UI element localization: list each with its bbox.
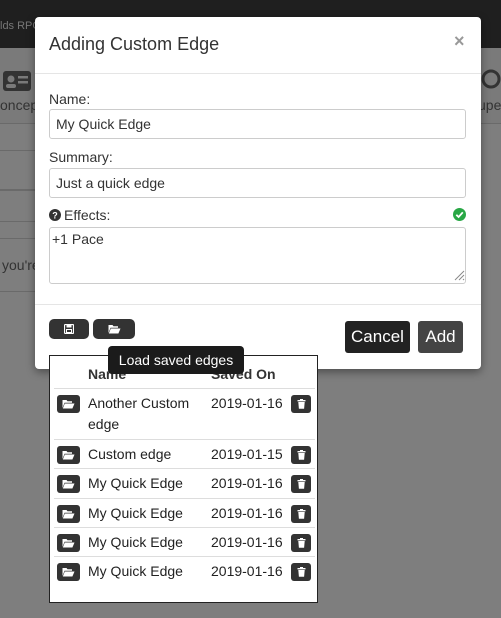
search-icon <box>481 69 501 89</box>
trash-icon <box>297 450 305 460</box>
edge-name: My Quick Edge <box>88 475 183 491</box>
folder-open-icon <box>62 451 75 460</box>
table-row: Custom edge 2019-01-15 <box>54 439 315 468</box>
load-saved-edges-button[interactable] <box>93 319 135 339</box>
add-button[interactable]: Add <box>418 321 463 353</box>
trash-icon <box>297 538 305 548</box>
summary-field[interactable] <box>49 168 466 198</box>
close-icon[interactable]: × <box>454 31 465 52</box>
nav-item-concepts-label: oncep <box>0 97 39 113</box>
edge-saved-date: 2019-01-16 <box>211 505 283 521</box>
question-circle-icon[interactable]: ? <box>49 209 61 221</box>
folder-open-icon <box>62 539 75 548</box>
cancel-button[interactable]: Cancel <box>345 321 410 353</box>
edge-name: My Quick Edge <box>88 563 183 579</box>
folder-open-icon <box>108 325 120 334</box>
load-edge-button[interactable] <box>57 395 80 413</box>
saved-edges-panel: Name Saved On Another Custom edge 2019-0… <box>49 355 318 603</box>
folder-open-icon <box>62 568 75 577</box>
trash-icon <box>297 509 305 519</box>
folder-open-icon <box>62 400 75 409</box>
delete-edge-button[interactable] <box>291 395 311 413</box>
bg-row <box>0 150 36 190</box>
modal-header: Adding Custom Edge × <box>35 17 481 74</box>
save-edge-button[interactable] <box>49 319 89 339</box>
folder-open-icon <box>62 480 75 489</box>
modal-title: Adding Custom Edge <box>49 34 220 54</box>
effects-label: Effects: <box>64 207 111 223</box>
modal-footer-divider <box>35 304 481 305</box>
edge-name: Custom edge <box>88 446 172 462</box>
edge-name: My Quick Edge <box>88 534 183 550</box>
table-row: My Quick Edge 2019-01-16 <box>54 556 315 586</box>
edge-saved-date: 2019-01-15 <box>211 446 283 462</box>
edge-name: My Quick Edge <box>88 505 183 521</box>
add-custom-edge-modal: Adding Custom Edge × Name: Summary: ? Ef… <box>35 17 481 369</box>
load-edge-button[interactable] <box>57 505 80 523</box>
table-row: My Quick Edge 2019-01-16 <box>54 468 315 498</box>
edge-name: Another Custom edge <box>88 395 190 432</box>
trash-icon <box>297 567 305 577</box>
load-saved-edges-tooltip: Load saved edges <box>108 346 244 374</box>
effects-field[interactable]: +1 Pace <box>49 227 466 284</box>
edge-saved-date: 2019-01-16 <box>211 534 283 550</box>
summary-label: Summary: <box>49 149 113 165</box>
check-circle-icon <box>453 208 466 221</box>
delete-edge-button[interactable] <box>291 475 311 493</box>
bg-row <box>0 190 36 222</box>
edge-saved-date: 2019-01-16 <box>211 563 283 579</box>
load-edge-button[interactable] <box>57 446 80 464</box>
name-label: Name: <box>49 91 91 107</box>
name-field[interactable] <box>49 109 466 139</box>
floppy-disk-icon <box>64 324 74 334</box>
delete-edge-button[interactable] <box>291 534 311 552</box>
delete-edge-button[interactable] <box>291 563 311 581</box>
trash-icon <box>297 399 305 409</box>
load-edge-button[interactable] <box>57 475 80 493</box>
nav-item-super-label: upe <box>478 97 501 113</box>
load-edge-button[interactable] <box>57 563 80 581</box>
table-row: My Quick Edge 2019-01-16 <box>54 527 315 556</box>
id-card-icon <box>3 71 31 91</box>
table-row: Another Custom edge 2019-01-16 <box>54 388 315 439</box>
folder-open-icon <box>62 510 75 519</box>
table-row: My Quick Edge 2019-01-16 <box>54 498 315 527</box>
edge-saved-date: 2019-01-16 <box>211 475 283 491</box>
delete-edge-button[interactable] <box>291 505 311 523</box>
trash-icon <box>297 479 305 489</box>
svg-text:?: ? <box>52 211 58 221</box>
edge-saved-date: 2019-01-16 <box>211 395 283 411</box>
delete-edge-button[interactable] <box>291 446 311 464</box>
resize-handle-icon[interactable] <box>453 269 465 281</box>
load-edge-button[interactable] <box>57 534 80 552</box>
